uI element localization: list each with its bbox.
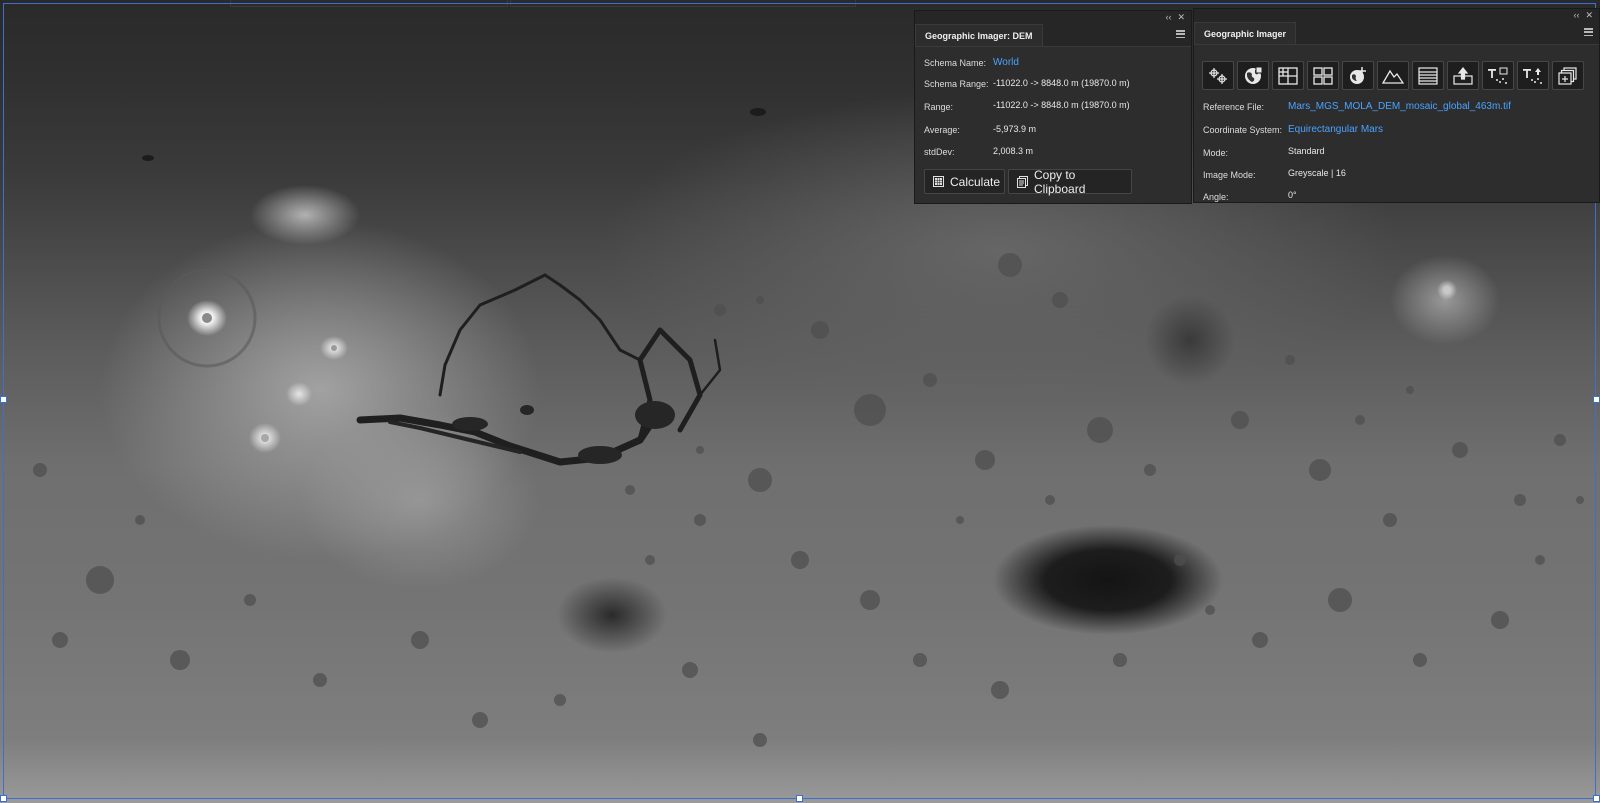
schema-name-link[interactable]: World [993,57,1019,68]
text-export-icon[interactable] [1517,61,1549,90]
resize-handle[interactable] [796,795,803,802]
reference-file-link[interactable]: Mars_MGS_MOLA_DEM_mosaic_global_463m.tif [1288,101,1511,112]
tab-geographic-imager-dem[interactable]: Geographic Imager: DEM [915,24,1043,46]
panel-controls: ‹‹ ✕ [915,11,1191,23]
tab-geographic-imager[interactable]: Geographic Imager [1194,22,1297,44]
panel-controls: ‹‹ ✕ [1194,9,1599,21]
copy-to-clipboard-button[interactable]: Copy to Clipboard [1008,167,1132,196]
calculator-icon [933,176,944,187]
export-icon[interactable] [1447,61,1479,90]
range-label: Range: [924,102,954,112]
toolbar [1202,61,1584,90]
document-tab[interactable] [230,0,508,7]
angle-value: 0° [1288,190,1297,200]
stddev-label: stdDev: [924,147,955,157]
range-value: -11022.0 -> 8848.0 m (19870.0 m) [993,100,1130,110]
reference-file-label: Reference File: [1203,102,1265,112]
mosaic-icon[interactable] [1552,61,1584,90]
close-icon[interactable]: ✕ [1585,10,1593,21]
mode-value: Standard [1288,146,1325,156]
coordinate-system-label: Coordinate System: [1203,125,1283,135]
resize-handle[interactable] [1593,795,1600,802]
stddev-value: 2,008.3 m [993,146,1034,156]
panel-menu-icon[interactable] [1176,30,1185,38]
panel-menu-icon[interactable] [1584,28,1593,36]
resize-handle[interactable] [1593,396,1600,403]
image-mode-label: Image Mode: [1203,170,1256,180]
average-value: -5,973.9 m [993,124,1037,134]
register-icon[interactable] [1202,61,1234,90]
calculate-button[interactable]: Calculate [924,169,1005,194]
globe-icon[interactable] [1237,61,1269,90]
schema-range-label: Schema Range: [924,79,989,89]
resize-handle[interactable] [0,795,7,802]
coordinate-system-link[interactable]: Equirectangular Mars [1288,124,1383,135]
average-label: Average: [924,125,960,135]
panel-header: Geographic Imager: DEM [915,23,1191,47]
angle-label: Angle: [1203,192,1229,202]
document-tab[interactable] [510,0,856,7]
transform-icon[interactable] [1342,61,1374,90]
terrain-icon[interactable] [1377,61,1409,90]
mode-label: Mode: [1203,148,1229,158]
clipboard-icon [1017,175,1028,188]
resize-handle[interactable] [0,396,7,403]
copy-label: Copy to Clipboard [1034,167,1086,196]
tile-icon[interactable] [1307,61,1339,90]
table-icon[interactable] [1412,61,1444,90]
image-mode-value: Greyscale | 16 [1288,168,1346,178]
panel-header: Geographic Imager [1194,21,1599,45]
dem-panel: ‹‹ ✕ Geographic Imager: DEM Schema Name:… [914,10,1192,204]
schema-range-value: -11022.0 -> 8848.0 m (19870.0 m) [993,78,1130,88]
schema-name-label: Schema Name: [924,58,987,68]
calculate-label: Calculate [950,174,1001,189]
collapse-icon[interactable]: ‹‹ [1573,10,1579,20]
collapse-icon[interactable]: ‹‹ [1165,12,1171,22]
grid-icon[interactable] [1272,61,1304,90]
close-icon[interactable]: ✕ [1177,12,1185,23]
geographic-imager-panel: ‹‹ ✕ Geographic Imager Reference File: M… [1193,8,1600,203]
text-import-icon[interactable] [1482,61,1514,90]
